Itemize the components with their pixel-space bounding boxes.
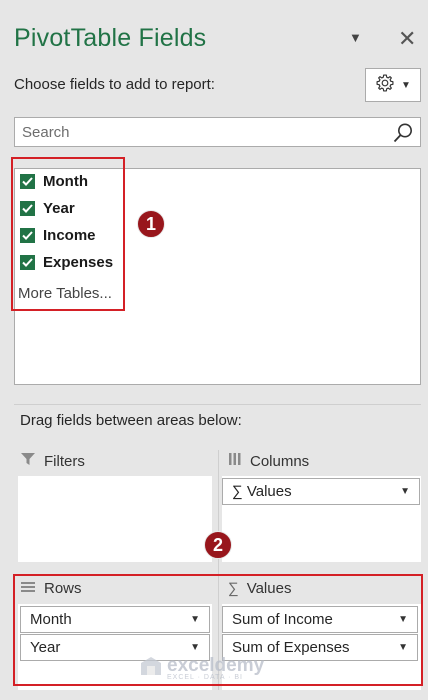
annotation-badge-1: 1 (137, 210, 165, 238)
filters-area-label: Filters (44, 452, 85, 470)
checkbox-checked[interactable] (20, 173, 35, 189)
rows-area-header: Rows (20, 580, 82, 597)
columns-field-values[interactable]: ∑ Values ▼ (222, 478, 420, 505)
search-input[interactable] (22, 123, 382, 141)
annotation-badge-2: 2 (204, 531, 232, 559)
drag-fields-label: Drag fields between areas below: (20, 412, 242, 429)
choose-fields-label: Choose fields to add to report: (14, 76, 215, 93)
field-label: Income (43, 226, 96, 244)
gear-icon (375, 73, 395, 98)
dropdown-label: Month (30, 611, 72, 628)
filters-area-header: Filters (20, 452, 85, 470)
columns-drop-zone[interactable]: ∑ Values ▼ (222, 476, 421, 562)
chevron-down-icon[interactable]: ▼ (190, 642, 200, 653)
field-label: Year (43, 199, 75, 217)
values-field-sum-income[interactable]: Sum of Income ▼ (222, 606, 418, 633)
filters-drop-zone[interactable] (18, 476, 212, 562)
checkbox-checked[interactable] (20, 227, 35, 243)
rows-field-month[interactable]: Month ▼ (20, 606, 210, 633)
field-item-expenses[interactable]: Expenses (20, 251, 113, 273)
tools-button[interactable]: ▼ (365, 68, 421, 102)
chevron-down-icon[interactable]: ▼ (400, 486, 410, 497)
field-item-year[interactable]: Year (20, 197, 75, 219)
field-list: Month Year Income Expenses More Tables..… (14, 168, 421, 385)
dropdown-label: Year (30, 639, 61, 656)
rows-icon (20, 580, 36, 597)
search-icon[interactable] (392, 122, 414, 149)
values-area-header: ∑ Values (228, 580, 291, 597)
chevron-down-icon[interactable]: ▼ (190, 614, 200, 625)
task-pane-options-icon[interactable]: ▼ (349, 30, 362, 45)
area-separator (218, 450, 219, 690)
columns-icon (228, 452, 242, 470)
divider (14, 404, 421, 405)
checkbox-checked[interactable] (20, 200, 35, 216)
field-label: Expenses (43, 253, 114, 271)
filter-icon (20, 452, 36, 470)
chevron-down-icon: ▼ (401, 79, 411, 91)
sigma-icon: ∑ (228, 580, 239, 597)
columns-area-header: Columns (228, 452, 309, 470)
checkbox-checked[interactable] (20, 254, 35, 270)
field-label: Month (43, 172, 88, 190)
close-icon[interactable]: ✕ (398, 26, 416, 52)
watermark-logo-icon (140, 656, 162, 681)
watermark: exceldemy EXCEL · DATA · BI (140, 655, 264, 681)
chevron-down-icon[interactable]: ▼ (398, 642, 408, 653)
more-tables-link[interactable]: More Tables... (18, 285, 112, 302)
chevron-down-icon[interactable]: ▼ (398, 614, 408, 625)
columns-area-label: Columns (250, 452, 310, 470)
dropdown-label: Sum of Expenses (232, 639, 350, 656)
dropdown-label: Sum of Income (232, 611, 333, 628)
search-box[interactable] (14, 117, 421, 147)
field-item-month[interactable]: Month (20, 170, 88, 192)
pane-title: PivotTable Fields (14, 24, 207, 52)
field-item-income[interactable]: Income (20, 224, 96, 246)
rows-area-label: Rows (44, 580, 82, 597)
values-area-label: Values (246, 580, 292, 597)
dropdown-label: ∑ Values (232, 483, 292, 500)
